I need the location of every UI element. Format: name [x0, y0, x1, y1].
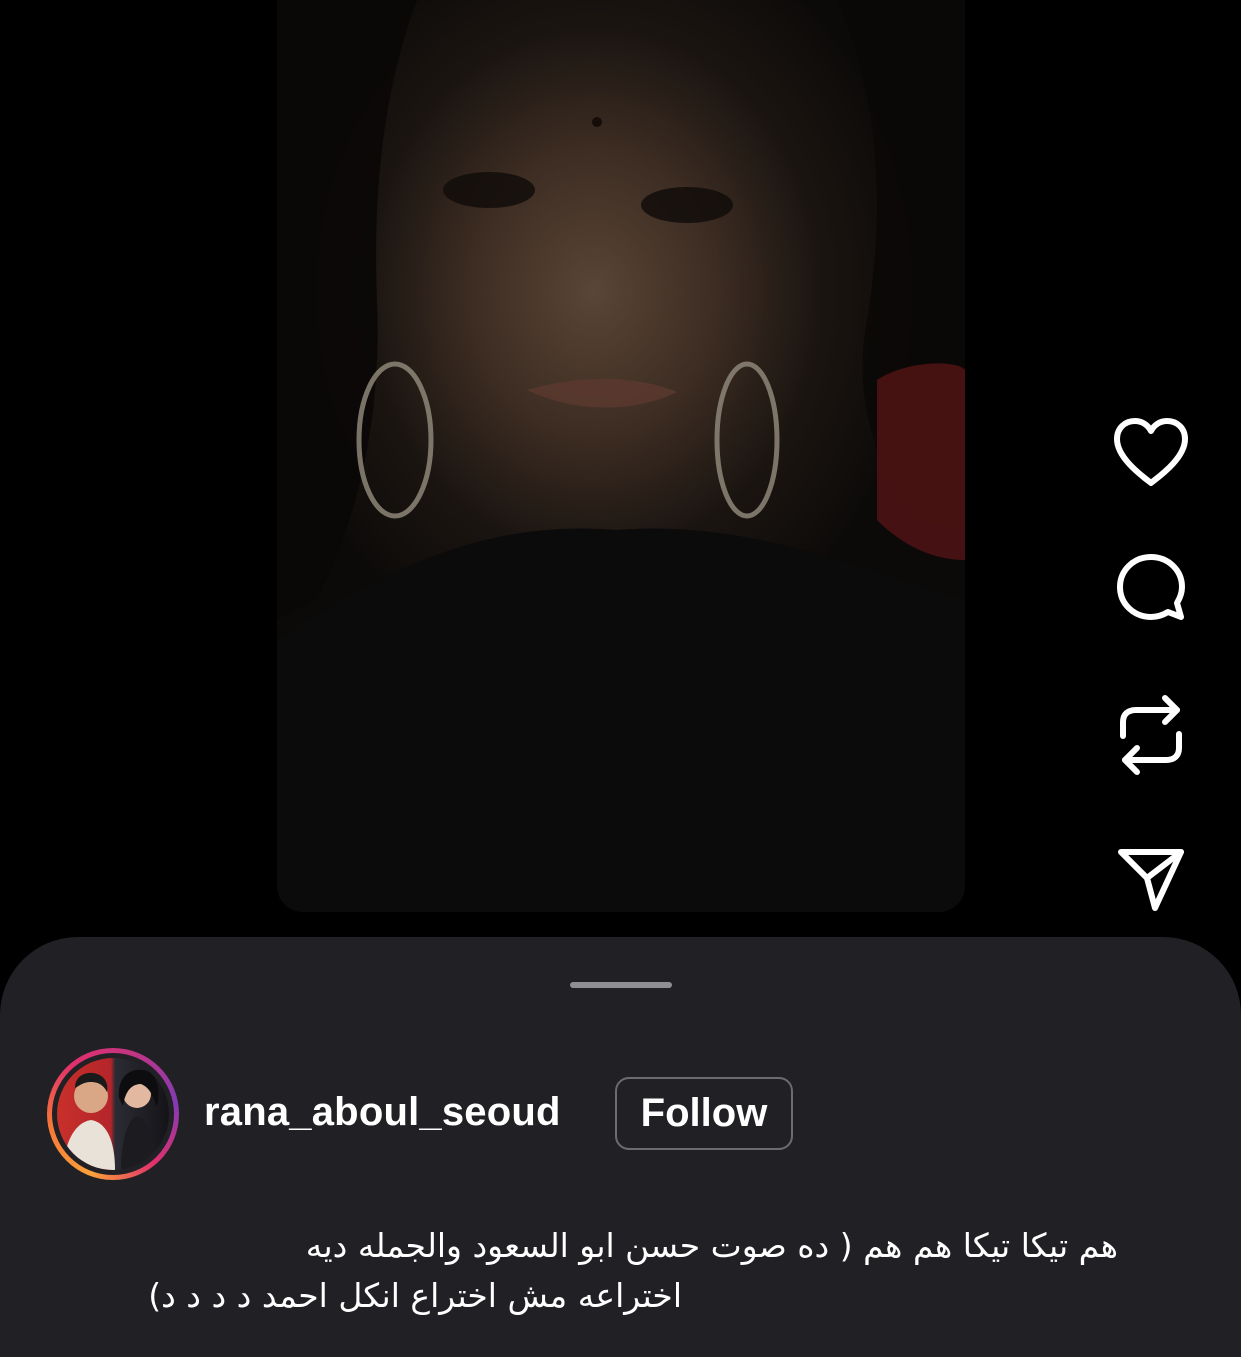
repost-arrows-icon — [1120, 695, 1182, 775]
video-frame — [277, 0, 965, 912]
username[interactable]: rana_aboul_seoud — [204, 1090, 561, 1135]
caption-line-1: هم تيكا تيكا هم هم ( ده صوت حسن ابو السع… — [305, 1226, 1118, 1265]
caption-line-2: اختراعه مش اختراع انكل احمد د د د د) — [148, 1276, 682, 1315]
video-player[interactable] — [277, 0, 965, 912]
heart-icon — [1114, 418, 1188, 486]
follow-button[interactable]: Follow — [615, 1077, 793, 1150]
comment-bubble-icon — [1117, 554, 1185, 620]
repost-button[interactable] — [1108, 692, 1194, 778]
story-ring[interactable] — [47, 1048, 179, 1180]
caption: هم تيكا تيكا هم هم ( ده صوت حسن ابو السع… — [44, 1221, 1118, 1321]
share-button[interactable] — [1108, 836, 1194, 922]
avatar — [57, 1058, 169, 1170]
sheet-drag-handle[interactable] — [570, 982, 672, 988]
like-button[interactable] — [1108, 410, 1194, 496]
avatar-photo — [63, 1069, 159, 1170]
send-paper-plane-icon — [1118, 849, 1184, 911]
comment-button[interactable] — [1108, 548, 1194, 634]
